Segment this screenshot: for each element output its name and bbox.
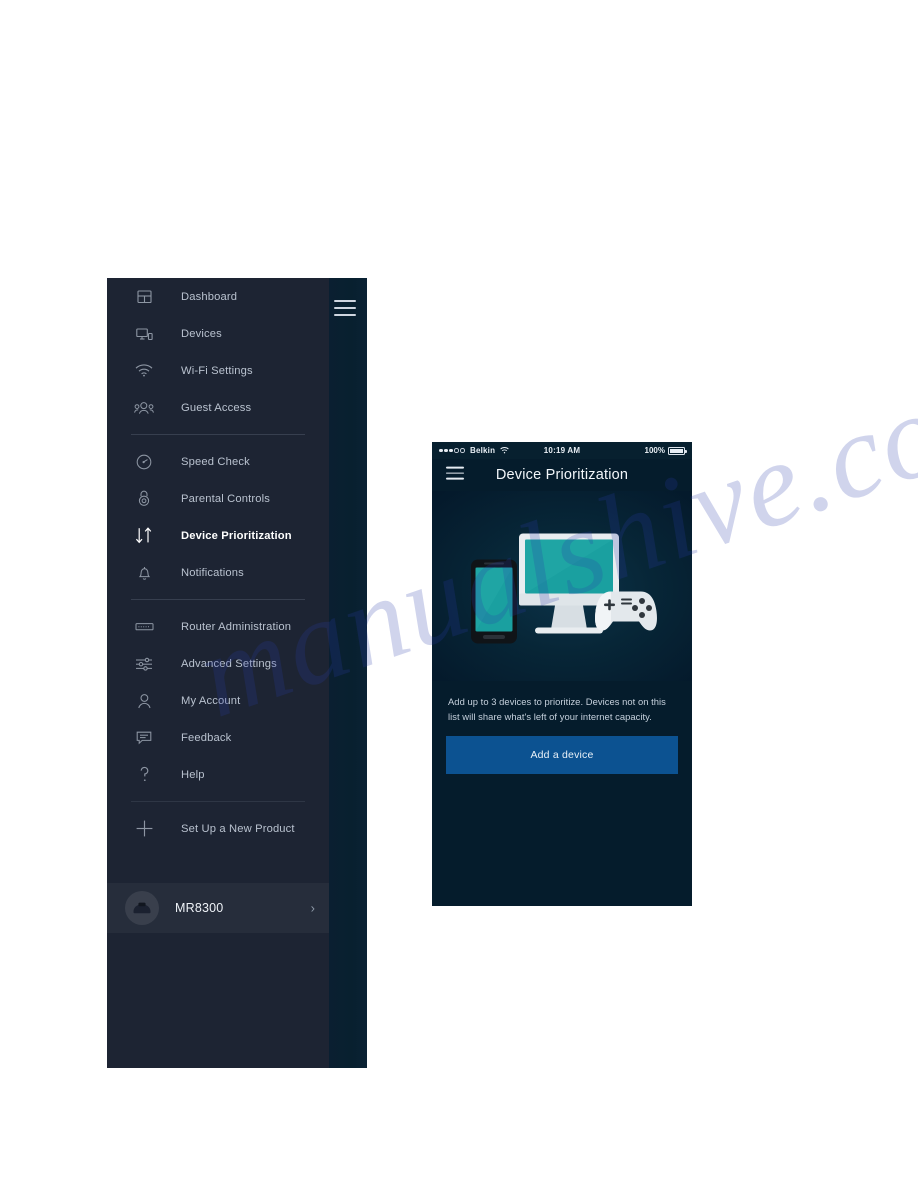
sidebar-item-label: My Account	[181, 694, 241, 707]
sidebar-divider	[131, 801, 305, 802]
chevron-right-icon: ›	[310, 900, 315, 916]
sidebar-item-dashboard[interactable]: Dashboard	[107, 278, 329, 315]
plus-icon	[131, 817, 157, 841]
chat-bubble-icon	[131, 726, 157, 750]
sidebar-item-label: Wi-Fi Settings	[181, 364, 253, 377]
sidebar-item-label: Guest Access	[181, 401, 252, 414]
sidebar-router-row[interactable]: MR8300 ›	[107, 883, 329, 933]
sidebar-item-wifi-settings[interactable]: Wi-Fi Settings	[107, 352, 329, 389]
router-name-label: MR8300	[175, 901, 224, 915]
sidebar-divider	[131, 434, 305, 435]
speedometer-icon	[131, 450, 157, 474]
sidebar-item-label: Feedback	[181, 731, 232, 744]
sidebar-divider	[131, 599, 305, 600]
lock-icon	[131, 487, 157, 511]
page-title: Device Prioritization	[495, 467, 629, 483]
sidebar-item-set-up-new-product[interactable]: Set Up a New Product	[107, 810, 329, 847]
sidebar-item-my-account[interactable]: My Account	[107, 682, 329, 719]
navigation-sidebar: Dashboard Devices Wi-Fi Settings Guest A…	[107, 278, 367, 1068]
sidebar-item-label: Device Prioritization	[181, 529, 292, 542]
question-mark-icon	[131, 763, 157, 787]
sliders-icon	[131, 652, 157, 676]
hamburger-menu-icon[interactable]	[446, 466, 464, 484]
battery-percent-label: 100%	[644, 446, 665, 455]
wifi-icon	[131, 359, 157, 383]
sidebar-menu-list: Dashboard Devices Wi-Fi Settings Guest A…	[107, 278, 329, 847]
sidebar-item-devices[interactable]: Devices	[107, 315, 329, 352]
sidebar-item-help[interactable]: Help	[107, 756, 329, 793]
sidebar-edge-strip	[329, 278, 367, 1068]
dashboard-grid-icon	[131, 285, 157, 309]
sidebar-item-advanced-settings[interactable]: Advanced Settings	[107, 645, 329, 682]
description-text: Add up to 3 devices to prioritize. Devic…	[448, 696, 666, 722]
sidebar-group-2: Speed Check Parental Controls Device Pri…	[107, 443, 329, 591]
router-device-icon	[125, 891, 159, 925]
sidebar-item-label: Dashboard	[181, 290, 238, 303]
devices-icon	[131, 322, 157, 346]
devices-illustration-phone-monitor-gamepad	[471, 533, 657, 644]
status-bar-right: 100%	[644, 446, 687, 455]
sidebar-item-speed-check[interactable]: Speed Check	[107, 443, 329, 480]
person-icon	[131, 689, 157, 713]
add-a-device-button-label: Add a device	[530, 749, 594, 762]
sidebar-item-device-prioritization[interactable]: Device Prioritization	[107, 517, 329, 554]
battery-full-icon	[668, 446, 687, 455]
sidebar-item-label: Set Up a New Product	[181, 822, 295, 835]
sidebar-item-label: Help	[181, 768, 205, 781]
sidebar-item-label: Notifications	[181, 566, 244, 579]
sidebar-item-guest-access[interactable]: Guest Access	[107, 389, 329, 426]
add-a-device-button[interactable]: Add a device	[446, 736, 678, 775]
sidebar-item-label: Speed Check	[181, 455, 250, 468]
sidebar-group-1: Dashboard Devices Wi-Fi Settings Guest A…	[107, 278, 329, 426]
sidebar-group-4: Set Up a New Product	[107, 810, 329, 847]
bell-icon	[131, 561, 157, 585]
router-icon	[131, 615, 157, 639]
phone-screenshot: Belkin 10:19 AM 100% Device Prioritizati…	[432, 442, 692, 906]
sidebar-item-label: Advanced Settings	[181, 657, 277, 670]
sidebar-item-router-administration[interactable]: Router Administration	[107, 608, 329, 645]
sidebar-item-label: Router Administration	[181, 620, 292, 633]
hero-illustration-area	[432, 491, 692, 681]
up-down-arrows-icon	[131, 524, 157, 548]
sidebar-item-label: Devices	[181, 327, 222, 340]
guest-people-icon	[131, 396, 157, 420]
hamburger-menu-icon[interactable]	[334, 300, 356, 316]
sidebar-group-3: Router Administration Advanced Settings	[107, 608, 329, 793]
sidebar-item-feedback[interactable]: Feedback	[107, 719, 329, 756]
sidebar-item-label: Parental Controls	[181, 492, 270, 505]
sidebar-item-notifications[interactable]: Notifications	[107, 554, 329, 591]
phone-header: Device Prioritization	[432, 459, 692, 491]
phone-status-bar: Belkin 10:19 AM 100%	[432, 442, 692, 459]
sidebar-item-parental-controls[interactable]: Parental Controls	[107, 480, 329, 517]
